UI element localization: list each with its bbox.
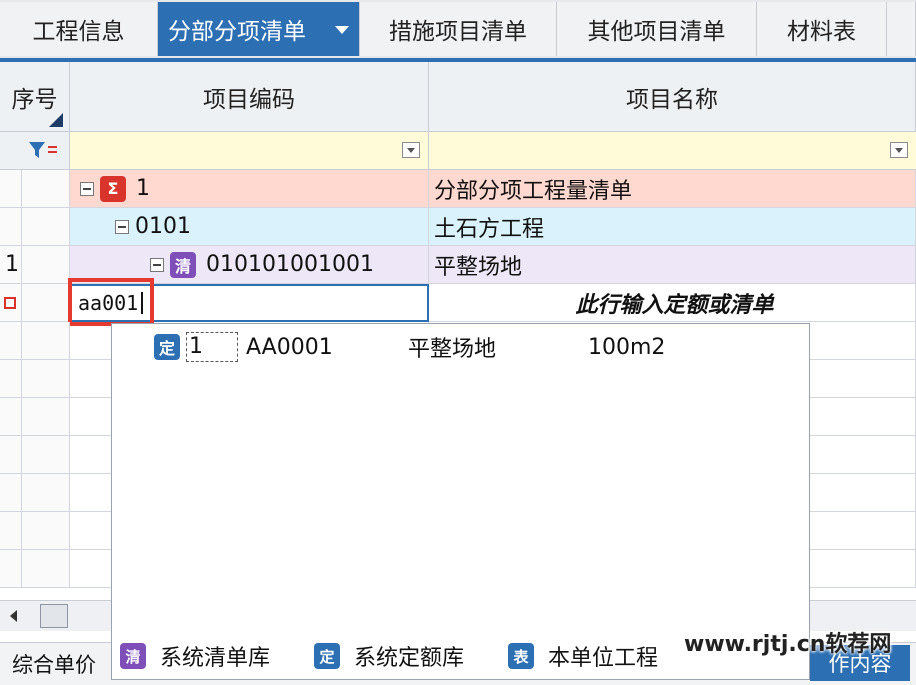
suggestion-no: 1 xyxy=(186,332,238,362)
row-seq xyxy=(22,322,70,360)
tab-bill-items[interactable]: 分部分项清单 xyxy=(158,2,360,56)
suggestion-name: 平整场地 xyxy=(408,337,497,362)
tab-overflow[interactable] xyxy=(887,2,916,56)
row-seq xyxy=(22,284,70,322)
collapse-icon[interactable] xyxy=(80,181,94,196)
table-icon: 表 xyxy=(508,643,535,669)
code-cell[interactable]: Σ 1 xyxy=(70,170,429,208)
table-row[interactable]: 0101 土石方工程 xyxy=(0,208,916,246)
quota-icon: 定 xyxy=(154,334,180,360)
header-code[interactable]: 项目编码 xyxy=(70,62,429,132)
name-cell[interactable]: 平整场地 xyxy=(429,246,916,284)
bill-icon: 清 xyxy=(120,643,146,669)
quota-icon: 定 xyxy=(314,643,341,669)
bill-icon: 清 xyxy=(170,251,196,278)
sum-icon: Σ xyxy=(100,175,126,202)
row-seq xyxy=(22,360,70,398)
suggestion-item[interactable]: 定 1 AA0001 平整场地 100m2 xyxy=(112,324,811,370)
row-seq-2 xyxy=(22,246,70,284)
tab-label: 其他项目清单 xyxy=(587,19,726,45)
filter-name[interactable] xyxy=(429,132,916,170)
row-indicator xyxy=(0,208,22,246)
row-indicator xyxy=(0,322,22,360)
row-seq xyxy=(22,208,70,246)
suggestion-unit: 100m2 xyxy=(588,334,666,360)
sort-corner-icon xyxy=(49,113,63,127)
code-cell[interactable]: 0101 xyxy=(70,208,429,246)
row-indicator xyxy=(0,170,22,208)
row-seq xyxy=(22,436,70,474)
unit-price-tab[interactable]: 综合单价 xyxy=(12,649,96,679)
table-row[interactable]: Σ 1 分部分项工程量清单 xyxy=(0,170,916,208)
tab-bar: 工程信息 分部分项清单 措施项目清单 其他项目清单 材料表 xyxy=(0,0,916,62)
dropdown-icon[interactable] xyxy=(402,142,420,158)
header-seq-label: 序号 xyxy=(11,86,58,113)
input-hint: 此行输入定额或清单 xyxy=(429,284,916,322)
row-indicator xyxy=(0,436,22,474)
watermark: www.rjtj.cn软荐网 xyxy=(684,632,892,657)
tab-label: 措施项目清单 xyxy=(389,19,527,45)
chevron-down-icon[interactable] xyxy=(335,26,349,34)
name-cell[interactable]: 土石方工程 xyxy=(429,208,916,246)
row-indicator xyxy=(0,398,22,436)
row-seq: 1 xyxy=(0,246,22,284)
code-text: 010101001001 xyxy=(206,252,374,277)
header-name[interactable]: 项目名称 xyxy=(429,62,916,132)
input-row[interactable]: aa001 此行输入定额或清单 xyxy=(0,278,916,326)
filter-icon[interactable] xyxy=(28,140,58,162)
library-bill-label: 系统清单库 xyxy=(160,646,271,671)
code-input-cell[interactable]: aa001 xyxy=(68,278,429,326)
row-indicator xyxy=(0,512,22,550)
library-quota-label: 系统定额库 xyxy=(354,646,465,671)
tab-project-info[interactable]: 工程信息 xyxy=(0,2,158,56)
row-indicator xyxy=(0,360,22,398)
filter-code[interactable] xyxy=(70,132,429,170)
suggestion-code: AA0001 xyxy=(246,334,333,360)
collapse-icon[interactable] xyxy=(150,257,164,272)
tab-measure-items[interactable]: 措施项目清单 xyxy=(360,2,557,56)
scrollbar-thumb[interactable] xyxy=(40,604,68,628)
library-quota-button[interactable]: 定 系统定额库 xyxy=(314,640,464,672)
name-cell[interactable]: 分部分项工程量清单 xyxy=(429,170,916,208)
current-row-marker-icon xyxy=(4,296,16,309)
header-seq[interactable]: 序号 xyxy=(0,62,70,132)
tab-other-items[interactable]: 其他项目清单 xyxy=(557,2,757,56)
library-bill-button[interactable]: 清 系统清单库 xyxy=(120,640,270,672)
code-text: 1 xyxy=(136,176,150,201)
code-input-highlight xyxy=(68,278,154,326)
tab-label: 材料表 xyxy=(787,19,856,45)
tab-materials[interactable]: 材料表 xyxy=(757,2,887,56)
row-seq xyxy=(22,474,70,512)
row-seq xyxy=(22,398,70,436)
row-indicator xyxy=(0,284,22,322)
row-seq xyxy=(22,512,70,550)
row-indicator xyxy=(0,474,22,512)
row-seq xyxy=(22,550,70,588)
row-seq xyxy=(22,170,70,208)
collapse-icon[interactable] xyxy=(115,219,129,234)
library-project-button[interactable]: 表 本单位工程 xyxy=(508,640,658,672)
header-name-label: 项目名称 xyxy=(626,86,718,113)
scroll-left-icon[interactable] xyxy=(10,610,17,622)
library-project-label: 本单位工程 xyxy=(548,646,659,671)
row-indicator xyxy=(0,550,22,588)
tab-label: 工程信息 xyxy=(32,19,125,45)
filter-toggle-cell[interactable] xyxy=(0,132,70,170)
header-code-label: 项目编码 xyxy=(203,86,295,113)
dropdown-icon[interactable] xyxy=(890,142,908,158)
tab-label: 分部分项清单 xyxy=(168,19,306,45)
code-text: 0101 xyxy=(135,214,191,239)
